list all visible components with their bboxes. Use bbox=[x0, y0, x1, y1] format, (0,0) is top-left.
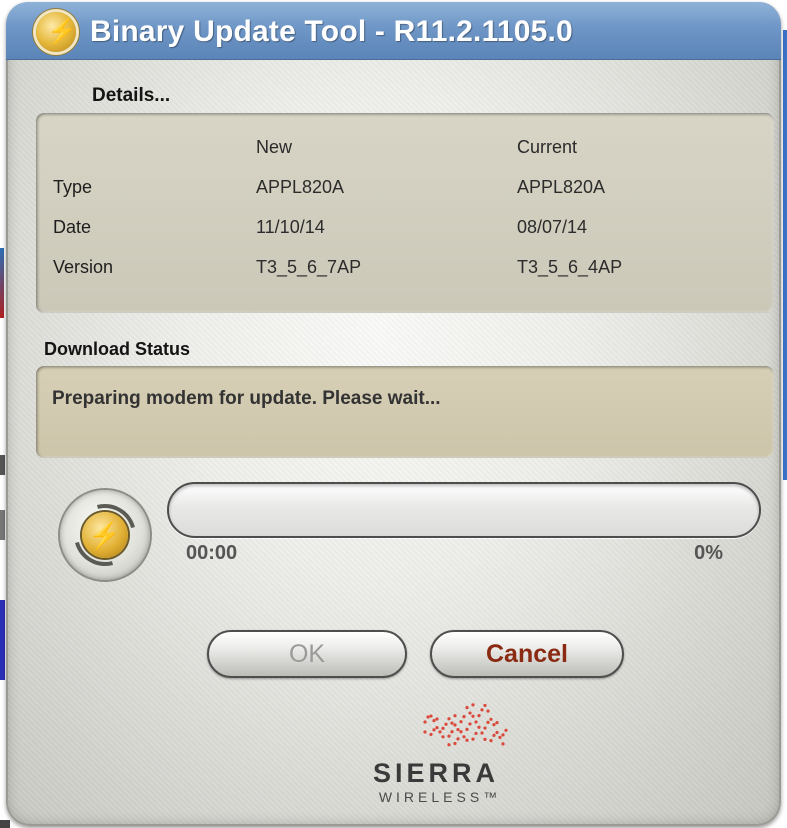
column-header-current: Current bbox=[517, 137, 578, 157]
column-header-new: New bbox=[256, 137, 293, 157]
window-title: Binary Update Tool - R11.2.1105.0 bbox=[90, 15, 573, 48]
type-current-value: APPL820A bbox=[517, 177, 606, 197]
status-panel: Preparing modem for update. Please wait.… bbox=[36, 366, 774, 458]
row-label-date: Date bbox=[53, 217, 92, 237]
details-heading: Details... bbox=[92, 85, 171, 106]
date-new-value: 11/10/14 bbox=[256, 217, 325, 237]
progress-percent: 0% bbox=[694, 542, 723, 564]
title-bar[interactable]: ⚡ Binary Update Tool - R11.2.1105.0 bbox=[6, 2, 781, 60]
type-new-value: APPL820A bbox=[256, 177, 345, 197]
ok-button[interactable]: OK bbox=[207, 630, 407, 678]
desktop-edge bbox=[0, 820, 10, 828]
app-logo-icon: ⚡ bbox=[36, 12, 77, 52]
status-message: Preparing modem for update. Please wait.… bbox=[52, 388, 441, 409]
date-current-value: 08/07/14 bbox=[517, 217, 588, 237]
sierra-wireless-logo-icon bbox=[423, 703, 508, 747]
details-panel: New Current Type APPL820A APPL820A Date … bbox=[36, 113, 774, 313]
update-bolt-icon: ⚡ bbox=[60, 490, 150, 580]
row-label-type: Type bbox=[53, 177, 93, 197]
desktop-edge bbox=[0, 248, 4, 318]
desktop-edge bbox=[0, 510, 5, 540]
brand-subtitle: WIRELESS™ bbox=[378, 789, 502, 805]
update-dialog: ⚡ Binary Update Tool - R11.2.1105.0 Deta… bbox=[6, 2, 781, 826]
brand-name: SIERRA bbox=[372, 758, 499, 788]
progress-bar bbox=[167, 482, 761, 538]
desktop-edge bbox=[0, 455, 5, 475]
desktop-edge bbox=[783, 30, 787, 480]
version-current-value: T3_5_6_4AP bbox=[517, 257, 623, 277]
version-new-value: T3_5_6_7AP bbox=[256, 257, 362, 277]
desktop-edge bbox=[0, 600, 5, 680]
cancel-button[interactable]: Cancel bbox=[430, 630, 624, 678]
row-label-version: Version bbox=[53, 257, 114, 277]
download-status-heading: Download Status bbox=[44, 339, 191, 359]
elapsed-time: 00:00 bbox=[186, 542, 238, 564]
